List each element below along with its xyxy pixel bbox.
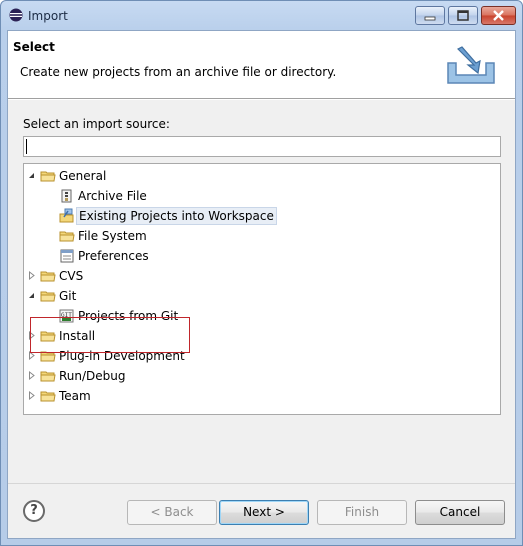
tree-item[interactable]: File System bbox=[24, 227, 500, 245]
folder-icon bbox=[40, 291, 56, 302]
tree-item[interactable]: Run/Debug bbox=[24, 367, 500, 385]
window-title: Import bbox=[28, 9, 68, 23]
close-button[interactable] bbox=[481, 6, 516, 25]
folder-icon bbox=[40, 371, 56, 382]
tree-item[interactable]: Preferences bbox=[24, 247, 500, 265]
wizard-banner: Select Create new projects from an archi… bbox=[8, 31, 515, 99]
tree-item-label: Run/Debug bbox=[59, 369, 126, 383]
minimize-icon bbox=[424, 16, 436, 21]
archive-icon bbox=[61, 189, 72, 203]
import-source-label: Select an import source: bbox=[23, 117, 170, 131]
project-import-icon bbox=[59, 208, 74, 223]
title-bar[interactable]: Import bbox=[1, 1, 522, 32]
banner-title: Select bbox=[13, 40, 55, 54]
expanded-arrow-icon[interactable] bbox=[27, 171, 36, 180]
git-highlight-box bbox=[30, 317, 190, 353]
tree-item[interactable]: Archive File bbox=[24, 187, 500, 205]
folder-icon bbox=[40, 271, 56, 282]
expanded-arrow-icon[interactable] bbox=[27, 291, 36, 300]
help-button[interactable]: ? bbox=[23, 500, 45, 522]
collapsed-arrow-icon[interactable] bbox=[27, 371, 36, 380]
next-button[interactable]: Next > bbox=[219, 500, 309, 525]
import-wizard-icon bbox=[447, 46, 495, 84]
minimize-button[interactable] bbox=[415, 6, 445, 25]
collapsed-arrow-icon[interactable] bbox=[27, 271, 36, 280]
tree-item[interactable]: CVS bbox=[24, 267, 500, 285]
tree-item[interactable]: Git bbox=[24, 287, 500, 305]
tree-item-label: File System bbox=[78, 229, 147, 243]
finish-button[interactable]: Finish bbox=[317, 500, 407, 525]
tree-item[interactable]: Team bbox=[24, 387, 500, 405]
text-cursor bbox=[26, 139, 27, 154]
import-dialog: Import Select Create new projects from a… bbox=[0, 0, 523, 546]
collapsed-arrow-icon[interactable] bbox=[27, 391, 36, 400]
banner-description: Create new projects from an archive file… bbox=[20, 65, 337, 79]
preferences-icon bbox=[60, 249, 74, 263]
maximize-icon bbox=[457, 10, 469, 21]
tree-item-label: CVS bbox=[59, 269, 84, 283]
cancel-button[interactable]: Cancel bbox=[415, 500, 505, 525]
tree-item[interactable]: General bbox=[24, 167, 500, 185]
tree-item-label: General bbox=[59, 169, 107, 183]
eclipse-icon bbox=[9, 8, 23, 22]
folder-icon bbox=[40, 171, 56, 182]
folder-icon bbox=[59, 231, 75, 242]
close-icon bbox=[493, 10, 504, 21]
back-button[interactable]: < Back bbox=[127, 500, 217, 525]
tree-item-label: Preferences bbox=[78, 249, 149, 263]
tree-item-label: Team bbox=[59, 389, 91, 403]
filter-input[interactable] bbox=[23, 136, 501, 157]
import-source-tree[interactable]: General Archive File Existing Projects int… bbox=[23, 163, 501, 415]
footer-separator bbox=[8, 483, 515, 484]
tree-item-label: Existing Projects into Workspace bbox=[76, 207, 277, 225]
dialog-content: Select Create new projects from an archi… bbox=[7, 30, 516, 539]
folder-icon bbox=[40, 391, 56, 402]
maximize-button[interactable] bbox=[448, 6, 478, 25]
banner-separator bbox=[8, 99, 515, 100]
tree-item-label: Git bbox=[59, 289, 77, 303]
tree-item-label: Archive File bbox=[78, 189, 147, 203]
tree-item[interactable]: Existing Projects into Workspace bbox=[24, 207, 500, 225]
